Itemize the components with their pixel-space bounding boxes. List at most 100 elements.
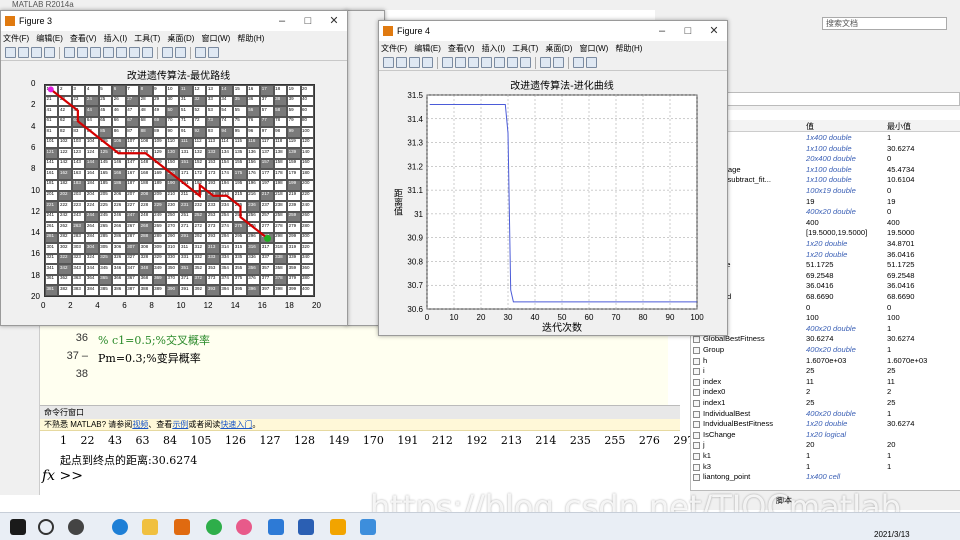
close-icon[interactable]: ✕ [321,11,347,31]
minimize-icon[interactable]: – [269,11,295,31]
legend-icon[interactable] [553,57,564,68]
maximize-icon[interactable]: □ [295,11,321,31]
figure-3-titlebar[interactable]: Figure 3 – □ ✕ [1,11,347,31]
search-tool-icon[interactable] [330,519,346,535]
legend-icon[interactable] [175,47,186,58]
hide-tools-icon[interactable] [195,47,206,58]
menu-view[interactable]: 查看(V) [448,43,475,54]
command-window[interactable]: 1 22 43 63 84 105 126 127 128 149 170 19… [40,432,694,490]
workspace-row[interactable]: IndvidualBestFitness 1x20 double 30.6274 [691,419,960,430]
zoom-out-icon[interactable] [90,47,101,58]
current-folder-strip[interactable] [0,300,40,495]
workspace-row[interactable]: index 11 11 [691,377,960,388]
open-icon[interactable] [396,57,407,68]
value-column-header[interactable]: 值 [806,121,814,132]
code-line[interactable]: % c1=0.5;%交叉概率 [98,332,210,348]
save-icon[interactable] [409,57,420,68]
figure-3-window[interactable]: Figure 3 – □ ✕ 文件(F) 编辑(E) 查看(V) 插入(I) 工具(… [0,10,348,326]
zoom-in-icon[interactable] [77,47,88,58]
command-prompt[interactable]: fx >> [42,468,83,484]
figure-4-titlebar[interactable]: Figure 4 – □ ✕ [379,21,727,41]
examples-link[interactable]: 示例 [172,420,188,429]
menu-tools[interactable]: 工具(T) [512,43,538,54]
pointer-icon[interactable] [442,57,453,68]
workspace-row[interactable]: k1 1 1 [691,451,960,462]
code-line[interactable]: Pm=0.3;%变异概率 [98,350,201,366]
save-icon[interactable] [31,47,42,58]
workspace-row[interactable]: ness1x100 double30.6274 [691,144,960,155]
workspace-row[interactable]: 400x20 double 0 [691,207,960,218]
workspace-row[interactable]: index1 25 25 [691,398,960,409]
menu-insert[interactable]: 插入(I) [482,43,506,54]
browser-icon[interactable] [206,519,222,535]
brush-icon[interactable] [142,47,153,58]
min-column-header[interactable]: 最小值 [887,121,911,132]
workspace-row[interactable]: fit_average1x100 double45.4734 [691,165,960,176]
pan-icon[interactable] [481,57,492,68]
colorbar-icon[interactable] [540,57,551,68]
show-tools-icon[interactable] [586,57,597,68]
app-icon[interactable] [268,519,284,535]
menu-insert[interactable]: 插入(I) [104,33,128,44]
workspace-row[interactable]: liantong_point 1x400 cell [691,472,960,483]
menu-view[interactable]: 查看(V) [70,33,97,44]
search-icon[interactable] [38,519,54,535]
zoom-out-icon[interactable] [468,57,479,68]
workspace-row[interactable]: k3 1 1 [691,462,960,473]
workspace-row[interactable]: 1x20 double 36.0416 [691,250,960,261]
workspace-row[interactable]: 19 19 [691,197,960,208]
workspace-row[interactable]: h 1.6070e+03 1.6070e+03 [691,356,960,367]
menu-help[interactable]: 帮助(H) [615,43,642,54]
clock-date[interactable]: 2021/3/13 [874,530,910,539]
colorbar-icon[interactable] [162,47,173,58]
windows-start-icon[interactable] [10,519,26,535]
workspace-row[interactable]: j 20 20 [691,440,960,451]
fan-icon[interactable] [68,519,84,535]
brush-icon[interactable] [520,57,531,68]
workspace-row[interactable]: max69.254869.2548 [691,271,960,282]
menu-desktop[interactable]: 桌面(D) [545,43,572,54]
menu-file[interactable]: 文件(F) [381,43,407,54]
workspace-row[interactable]: 100 100 [691,313,960,324]
menu-edit[interactable]: 编辑(E) [36,33,63,44]
close-icon[interactable]: ✕ [701,21,727,41]
maximize-icon[interactable]: □ [675,21,701,41]
menu-help[interactable]: 帮助(H) [237,33,264,44]
menu-window[interactable]: 窗口(W) [201,33,230,44]
open-icon[interactable] [18,47,29,58]
editor-pane[interactable]: 36 % c1=0.5;%交叉概率 37 – Pm=0.3;%变异概率 38 [40,325,668,405]
workspace-row[interactable]: Pc100x19 double0 [691,186,960,197]
minimize-icon[interactable]: – [649,21,675,41]
data-cursor-icon[interactable] [507,57,518,68]
paint-icon[interactable] [236,519,252,535]
videos-link[interactable]: 视频 [132,420,148,429]
workspace-row[interactable]: index0 2 2 [691,387,960,398]
workspace-row[interactable]: GlobalBestFitness 30.6274 30.6274 [691,334,960,345]
menu-window[interactable]: 窗口(W) [579,43,608,54]
print-icon[interactable] [44,47,55,58]
workspace-row[interactable]: IndividualBest 400x20 double 1 [691,409,960,420]
data-cursor-icon[interactable] [129,47,140,58]
workspace-row[interactable]: fitmax_subtract_fit... 1x100 double 10.610… [691,175,960,186]
pointer-icon[interactable] [64,47,75,58]
workspace-row[interactable]: Group 400x20 double 1 [691,345,960,356]
search-docs-input[interactable]: 搜索文档 [822,17,947,30]
show-tools-icon[interactable] [208,47,219,58]
workspace-row[interactable]: [19.5000,19.5000] 19.5000 [691,228,960,239]
workspace-panel[interactable]: 值 最小值 ute1x400 double1ness1x100 double30… [690,120,960,490]
ie-icon[interactable] [360,519,376,535]
new-figure-icon[interactable] [383,57,394,68]
workspace-row[interactable]: Best400x20 double1 [691,324,960,335]
new-figure-icon[interactable] [5,47,16,58]
zoom-in-icon[interactable] [455,57,466,68]
menu-file[interactable]: 文件(F) [3,33,29,44]
matlab-icon[interactable] [174,519,190,535]
rotate-icon[interactable] [116,47,127,58]
workspace-row[interactable]: i 25 25 [691,366,960,377]
rotate-icon[interactable] [494,57,505,68]
workspace-row[interactable]: min36.041636.0416 [691,281,960,292]
edge-icon[interactable] [112,519,128,535]
workspace-row[interactable]: ute1x400 double1 [691,133,960,144]
workspace-row[interactable]: thDis1x20 double34.8701 [691,239,960,250]
pan-icon[interactable] [103,47,114,58]
